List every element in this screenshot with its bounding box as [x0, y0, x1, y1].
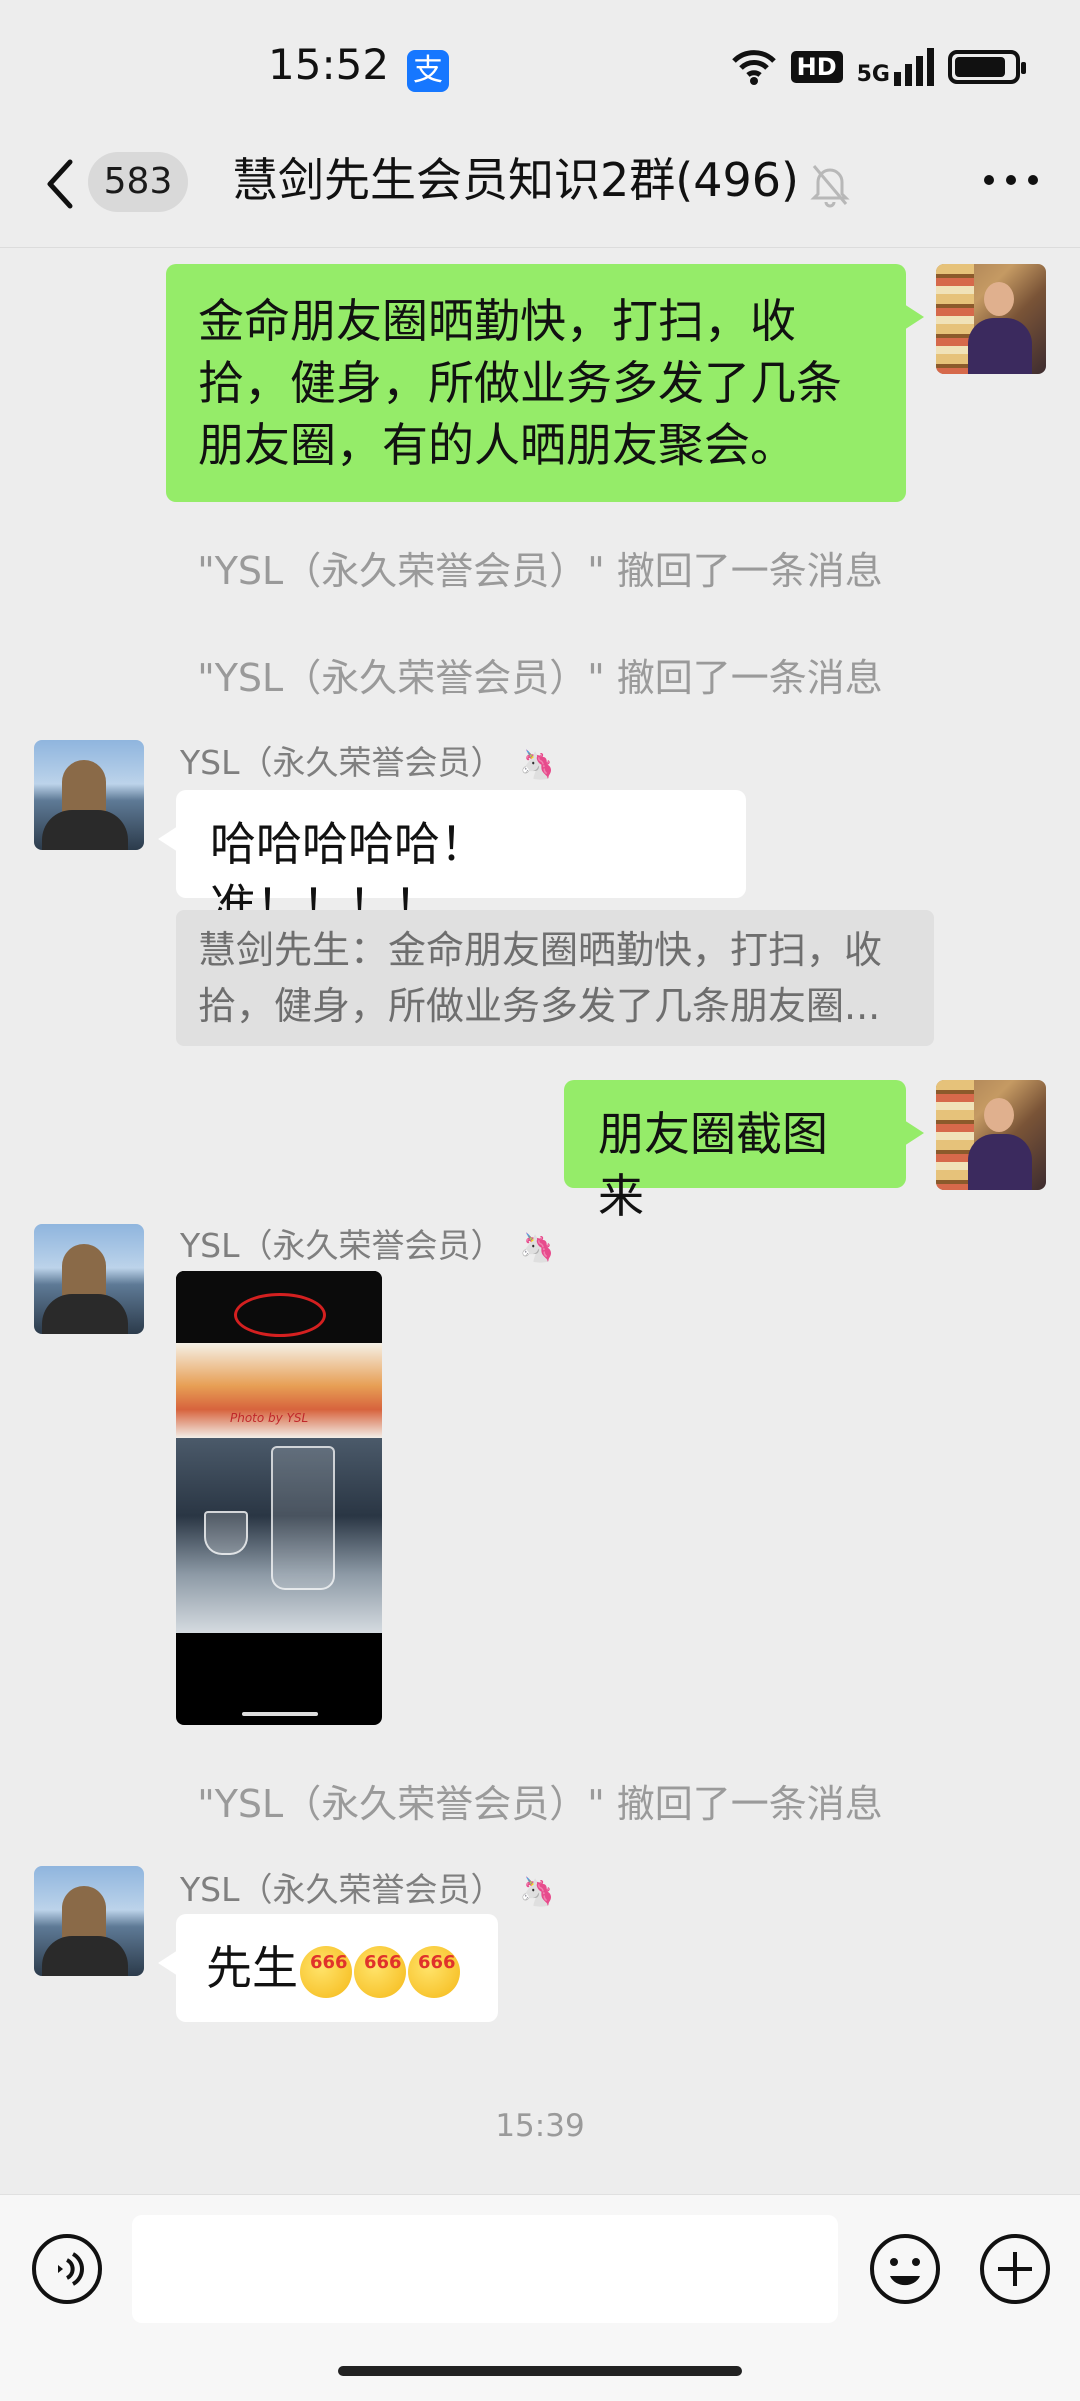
- unicorn-badge-icon: 🦄: [519, 1231, 555, 1264]
- message-bubble-received[interactable]: 先生 666 666 666: [158, 1914, 498, 2022]
- chat-header: 583 慧剑先生会员知识2群(496): [0, 130, 1080, 248]
- emoji-badge-text: 666: [418, 1951, 456, 1973]
- emoji-badge-text: 666: [364, 1951, 402, 1973]
- back-chevron-icon[interactable]: [40, 154, 80, 214]
- 666-emoji-icon: 666: [408, 1945, 460, 1998]
- photo-watermark: Photo by YSL: [230, 1411, 309, 1425]
- carafe-image: [271, 1446, 335, 1590]
- chat-title: 慧剑先生会员知识2群(496): [232, 153, 799, 207]
- emoji-icon[interactable]: [868, 2232, 942, 2306]
- battery-icon: [948, 50, 1026, 84]
- hd-icon: HD: [790, 51, 843, 83]
- message-bubble-sent[interactable]: 金命朋友圈晒勤快，打扫，收拾，健身，所做业务多发了几条朋友圈，有的人晒朋友聚会。: [166, 264, 924, 502]
- alipay-notification-icon: 支: [407, 50, 449, 92]
- sender-name: YSL（永久荣誉会员） 🦄: [180, 1870, 554, 1912]
- 666-emoji-icon: 666: [354, 1945, 406, 1998]
- sender-name-text: YSL（永久荣誉会员）: [180, 743, 504, 782]
- unicorn-badge-icon: 🦄: [519, 748, 555, 781]
- sender-name-text: YSL（永久荣誉会员）: [180, 1870, 504, 1909]
- status-icons: HD 5G: [731, 48, 1026, 86]
- mute-bell-icon: [810, 165, 850, 208]
- unread-count-badge[interactable]: 583: [88, 152, 188, 212]
- image-message-screenshot[interactable]: Photo by YSL: [176, 1271, 382, 1725]
- sender-name: YSL（永久荣誉会员） 🦄: [180, 1226, 554, 1268]
- red-circle-annotation: [234, 1293, 326, 1337]
- recall-notice: "YSL（永久荣誉会员）" 撤回了一条消息: [197, 549, 883, 593]
- shot-glass-image: [204, 1511, 248, 1555]
- my-avatar[interactable]: [936, 264, 1046, 374]
- sender-avatar[interactable]: [34, 1866, 144, 1976]
- message-bubble-sent[interactable]: 朋友圈截图来: [564, 1080, 924, 1223]
- recall-notice: "YSL（永久荣誉会员）" 撤回了一条消息: [197, 1782, 883, 1826]
- time-divider: 15:39: [495, 2108, 585, 2144]
- screenshot-homebar: [242, 1712, 318, 1716]
- message-bubble-received[interactable]: 哈哈哈哈哈！准！！！！: [158, 790, 746, 933]
- emoji-badge-text: 666: [310, 1951, 348, 1973]
- sender-name-text: YSL（永久荣誉会员）: [180, 1226, 504, 1265]
- recall-notice: "YSL（永久荣誉会员）" 撤回了一条消息: [197, 656, 883, 700]
- message-text: 先生: [206, 1941, 298, 1995]
- quoted-message[interactable]: 慧剑先生：金命朋友圈晒勤快，打扫，收拾，健身，所做业务多发了几条朋友圈...: [176, 910, 934, 1046]
- status-time: 15:52: [268, 40, 390, 89]
- status-bar: 15:52 支 HD 5G: [0, 0, 1080, 130]
- message-input[interactable]: [132, 2215, 838, 2323]
- sender-avatar[interactable]: [34, 1224, 144, 1334]
- wifi-icon: [731, 50, 776, 85]
- network-type-label: 5G: [856, 62, 890, 87]
- 666-emoji-icon: 666: [300, 1945, 352, 1998]
- signal-icon: 5G: [857, 48, 934, 86]
- plus-icon[interactable]: [978, 2232, 1052, 2306]
- more-dots-icon[interactable]: [980, 160, 1042, 200]
- my-avatar[interactable]: [936, 1080, 1046, 1190]
- unicorn-badge-icon: 🦄: [519, 1875, 555, 1908]
- home-indicator[interactable]: [338, 2366, 742, 2376]
- voice-icon[interactable]: [30, 2232, 104, 2306]
- sender-name: YSL（永久荣誉会员） 🦄: [180, 743, 554, 785]
- header-divider: [0, 247, 1080, 248]
- sender-avatar[interactable]: [34, 740, 144, 850]
